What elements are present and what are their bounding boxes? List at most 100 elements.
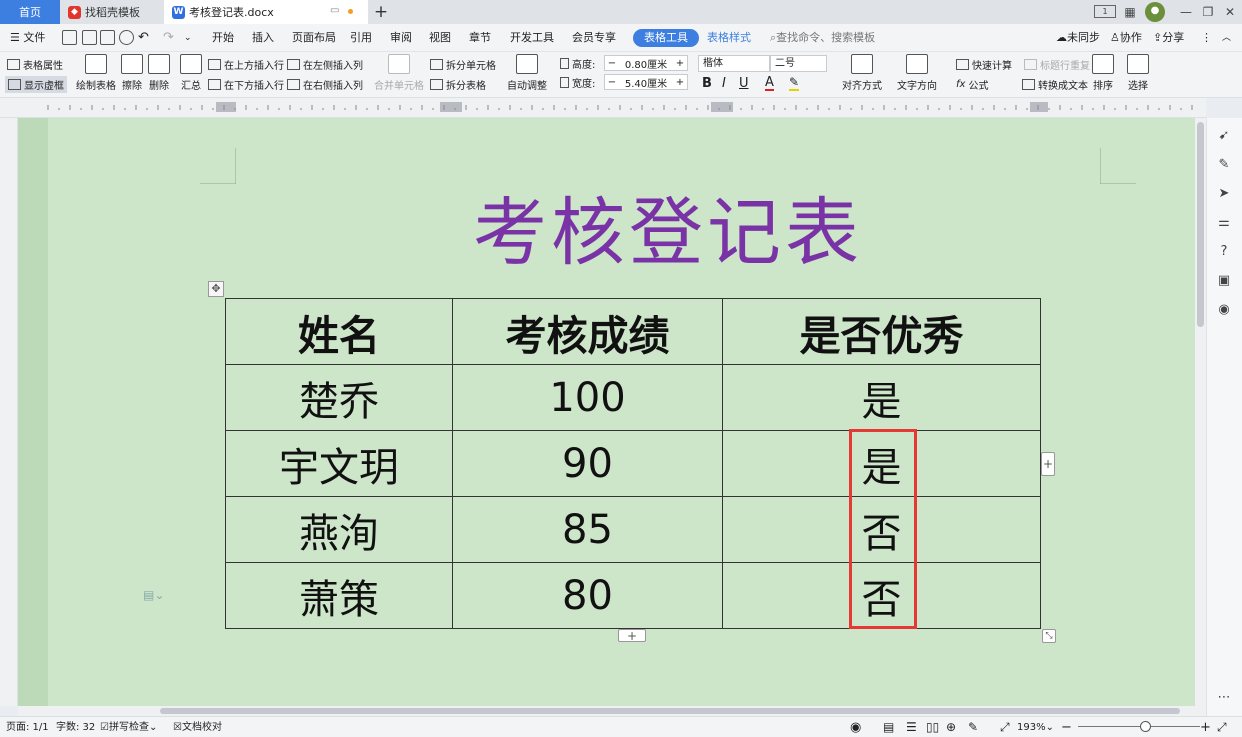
menu-view[interactable]: 视图	[429, 24, 451, 52]
menu-page-layout[interactable]: 页面布局	[292, 24, 336, 52]
add-row-button[interactable]: +	[618, 629, 646, 642]
sync-button[interactable]: ☁未同步	[1056, 24, 1100, 52]
zoom-in-button[interactable]: +	[1200, 717, 1211, 737]
zoom-slider-handle[interactable]	[1140, 721, 1151, 732]
tab-templates[interactable]: ◆ 找稻壳模板	[60, 0, 164, 24]
save-icon[interactable]	[62, 30, 77, 45]
split-table-button[interactable]: 拆分表格	[430, 77, 486, 92]
zoom-level[interactable]: 193%⌄	[1017, 717, 1054, 737]
width-decrease-button[interactable]: −	[605, 77, 619, 88]
zoom-slider[interactable]	[1078, 726, 1200, 727]
underline-button[interactable]: U	[739, 76, 749, 91]
height-decrease-button[interactable]: −	[605, 58, 619, 69]
restore-icon[interactable]: ❐	[1199, 3, 1217, 21]
menu-table-tools[interactable]: 表格工具	[633, 29, 699, 47]
menu-member[interactable]: 会员专享	[572, 24, 616, 52]
menu-chapter[interactable]: 章节	[469, 24, 491, 52]
menu-table-style[interactable]: 表格样式	[707, 24, 751, 52]
menu-start[interactable]: 开始	[212, 24, 234, 52]
location-icon[interactable]: ◉	[1216, 302, 1232, 318]
text-direction-button[interactable]: 文字方向	[897, 54, 937, 92]
sliders-icon[interactable]: ⚌	[1216, 215, 1232, 231]
image-tool-icon[interactable]: ▣	[1216, 273, 1232, 289]
formula-button[interactable]: fx 公式	[956, 77, 988, 92]
print-icon[interactable]	[100, 30, 115, 45]
cell-name[interactable]: 萧策	[225, 562, 453, 629]
horizontal-ruler[interactable]	[0, 98, 1206, 118]
minimize-icon[interactable]: —	[1177, 3, 1195, 21]
header-excellent[interactable]: 是否优秀	[722, 298, 1041, 365]
font-size-select[interactable]: 二号	[770, 55, 827, 72]
draw-table-button[interactable]: 绘制表格	[76, 54, 116, 92]
close-icon[interactable]: ✕	[1221, 3, 1239, 21]
new-tab-button[interactable]: +	[372, 2, 390, 22]
pen-icon[interactable]: ✎	[1216, 157, 1232, 173]
undo-icon[interactable]: ↶	[138, 24, 149, 52]
document-canvas[interactable]: 考核登记表 ✥ 姓名 考核成绩 是否优秀 楚乔 100 是 宇文玥 90 是 燕…	[18, 118, 1195, 706]
avatar[interactable]: ●	[1145, 2, 1165, 22]
height-increase-button[interactable]: +	[673, 58, 687, 69]
document-title[interactable]: 考核登记表	[408, 188, 928, 278]
table-properties-button[interactable]: 表格属性	[7, 57, 63, 72]
merge-cells-button[interactable]: 合并单元格	[374, 54, 424, 92]
data-table[interactable]: 姓名 考核成绩 是否优秀 楚乔 100 是 宇文玥 90 是 燕洵 85 否 萧…	[225, 298, 1041, 629]
more-tools-icon[interactable]: ⋯	[1216, 690, 1232, 706]
insert-col-right-button[interactable]: 在右侧插入列	[287, 77, 363, 92]
show-gridlines-button[interactable]: 显示虚框	[5, 76, 67, 93]
cell-score[interactable]: 85	[452, 496, 723, 563]
convert-text-button[interactable]: 转换成文本	[1022, 77, 1088, 92]
vertical-scroll-thumb[interactable]	[1197, 122, 1204, 327]
width-value[interactable]: 5.40厘米	[619, 75, 673, 90]
menu-file[interactable]: ☰ 文件	[10, 24, 45, 52]
rocket-icon[interactable]: ➹	[1216, 128, 1232, 144]
header-score[interactable]: 考核成绩	[452, 298, 723, 365]
insert-row-above-button[interactable]: 在上方插入行	[208, 57, 284, 72]
sort-button[interactable]: 排序	[1092, 54, 1114, 92]
add-column-button[interactable]: +	[1041, 452, 1055, 476]
pin-icon[interactable]: ▭	[330, 5, 339, 16]
summary-button[interactable]: 汇总	[180, 54, 202, 92]
highlight-color-icon[interactable]: ✎	[789, 76, 800, 91]
layout-toggle-icon[interactable]: 1	[1094, 5, 1116, 18]
select-button[interactable]: 选择	[1127, 54, 1149, 92]
cell-name[interactable]: 燕洵	[225, 496, 453, 563]
align-button[interactable]: 对齐方式	[842, 54, 882, 92]
vertical-ruler[interactable]	[0, 118, 18, 706]
width-stepper[interactable]: −5.40厘米 +	[604, 74, 688, 90]
paste-options-icon[interactable]: ▤⌄	[143, 588, 164, 602]
width-increase-button[interactable]: +	[673, 77, 687, 88]
quick-calc-button[interactable]: 快速计算	[956, 57, 1012, 72]
insert-col-left-button[interactable]: 在左侧插入列	[287, 57, 363, 72]
help-icon[interactable]: ?	[1216, 244, 1232, 260]
more-icon[interactable]: ⋮	[1201, 24, 1212, 52]
zoom-out-button[interactable]: −	[1061, 717, 1072, 737]
share-button[interactable]: ⇪分享	[1153, 24, 1184, 52]
delete-button[interactable]: 删除	[148, 54, 170, 92]
pointer-icon[interactable]: ➤	[1216, 186, 1232, 202]
write-view-icon[interactable]: ✎	[968, 717, 978, 737]
eye-protection-icon[interactable]: ◉	[850, 717, 861, 737]
resize-table-icon[interactable]: ⤡	[1042, 629, 1056, 643]
preview-icon[interactable]	[119, 30, 134, 45]
outline-view-icon[interactable]: ☰	[906, 717, 917, 737]
page-view-icon[interactable]: ▤	[883, 717, 894, 737]
repeat-header-button[interactable]: 标题行重复	[1024, 57, 1090, 72]
fit-page-icon[interactable]: ⤢	[1000, 717, 1010, 737]
insert-row-below-button[interactable]: 在下方插入行	[208, 77, 284, 92]
menu-insert[interactable]: 插入	[252, 24, 274, 52]
read-view-icon[interactable]: ▯▯	[926, 717, 939, 737]
tab-home[interactable]: 首页	[0, 0, 60, 24]
redo-icon[interactable]: ↷	[163, 24, 174, 52]
collapse-ribbon-icon[interactable]: ︿	[1222, 24, 1231, 52]
horizontal-scroll-thumb[interactable]	[160, 708, 1180, 714]
split-cells-button[interactable]: 拆分单元格	[430, 57, 496, 72]
header-name[interactable]: 姓名	[225, 298, 453, 365]
word-count[interactable]: 字数: 32	[56, 717, 95, 737]
bold-button[interactable]: B	[702, 76, 712, 91]
height-stepper[interactable]: −0.80厘米 +	[604, 55, 688, 71]
command-search[interactable]: ⌕查找命令、搜索模板	[770, 24, 875, 52]
menu-review[interactable]: 审阅	[390, 24, 412, 52]
tab-document[interactable]: W 考核登记表.docx ▭	[164, 0, 368, 24]
cell-name[interactable]: 楚乔	[225, 364, 453, 431]
cell-score[interactable]: 80	[452, 562, 723, 629]
